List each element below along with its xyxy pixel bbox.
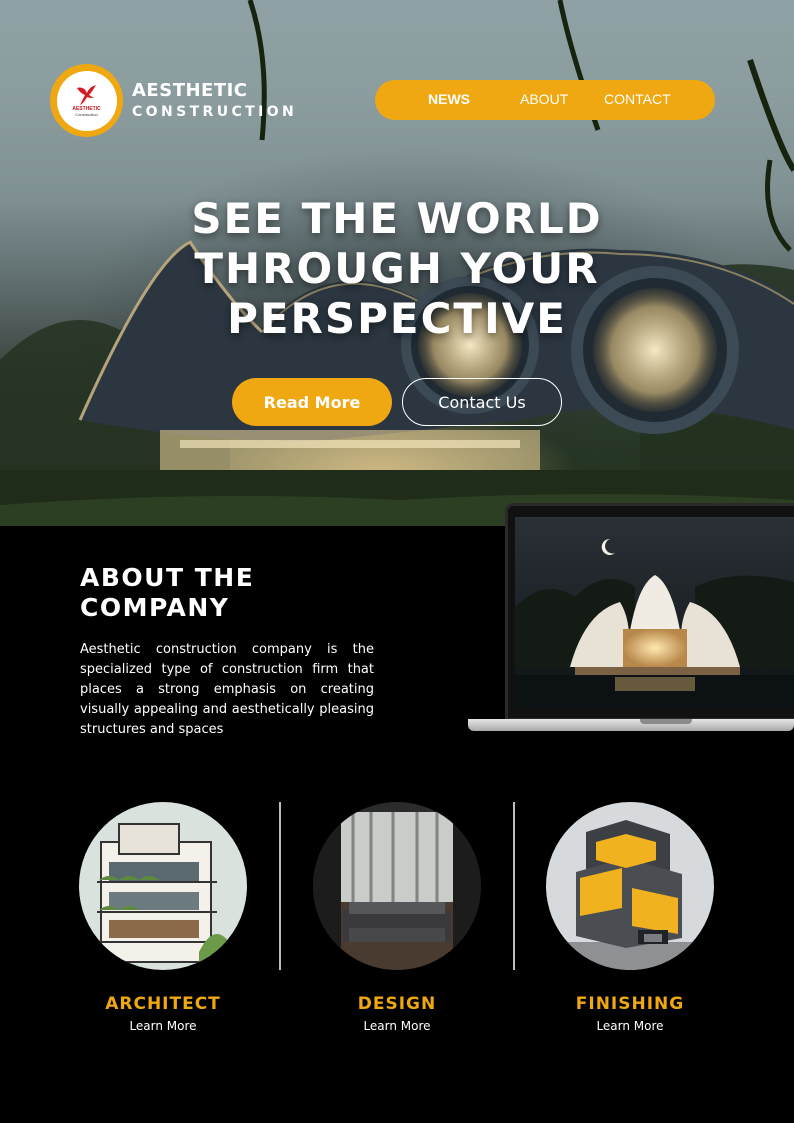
service-divider [279, 802, 281, 970]
hero-headline-line2: THROUGH YOUR [194, 244, 600, 293]
pavilion-night-image [515, 517, 794, 707]
finishing-image [546, 802, 714, 970]
laptop-notch [640, 719, 692, 724]
nav-item-news[interactable]: NEWS [428, 91, 470, 107]
top-nav: NEWS ABOUT CONTACT [375, 80, 715, 120]
logo[interactable]: AESTHETIC Construction [50, 64, 123, 137]
design-image [313, 802, 481, 970]
nav-item-about[interactable]: ABOUT [520, 91, 568, 107]
service-design: DESIGN Learn More [313, 802, 481, 1034]
hero-section: AESTHETIC Construction AESTHETIC CONSTRU… [0, 0, 794, 526]
about-title-line2: COMPANY [80, 593, 230, 622]
brand-name-line1: AESTHETIC [132, 80, 248, 101]
brand-name-line2: CONSTRUCTION [132, 104, 298, 120]
logo-text-sub: Construction [75, 112, 98, 117]
architect-image [79, 802, 247, 970]
service-architect-learn-more[interactable]: Learn More [129, 1019, 196, 1033]
logo-inner: AESTHETIC Construction [56, 70, 117, 131]
about-description: Aesthetic construction company is the sp… [80, 642, 374, 737]
service-divider [513, 802, 515, 970]
service-design-title: DESIGN [357, 994, 437, 1014]
contact-us-button[interactable]: Contact Us [402, 378, 562, 426]
laptop-base [468, 719, 794, 731]
about-title: ABOUT THE COMPANY [80, 563, 380, 623]
hero-headline-line3: PERSPECTIVE [227, 294, 567, 343]
service-architect: ARCHITECT Learn More [79, 802, 247, 1034]
service-finishing-title: FINISHING [575, 994, 685, 1014]
about-title-line1: ABOUT THE [80, 563, 255, 592]
nav-item-contact[interactable]: CONTACT [604, 91, 671, 107]
hero-headline: SEE THE WORLD THROUGH YOUR PERSPECTIVE [140, 194, 654, 344]
service-finishing: FINISHING Learn More [546, 802, 714, 1034]
service-design-learn-more[interactable]: Learn More [363, 1019, 430, 1033]
laptop-mockup [468, 503, 794, 731]
hummingbird-icon [76, 85, 96, 105]
service-architect-title: ARCHITECT [105, 994, 221, 1014]
service-finishing-learn-more[interactable]: Learn More [596, 1019, 663, 1033]
read-more-button[interactable]: Read More [232, 378, 392, 426]
hero-headline-line1: SEE THE WORLD [191, 194, 603, 243]
